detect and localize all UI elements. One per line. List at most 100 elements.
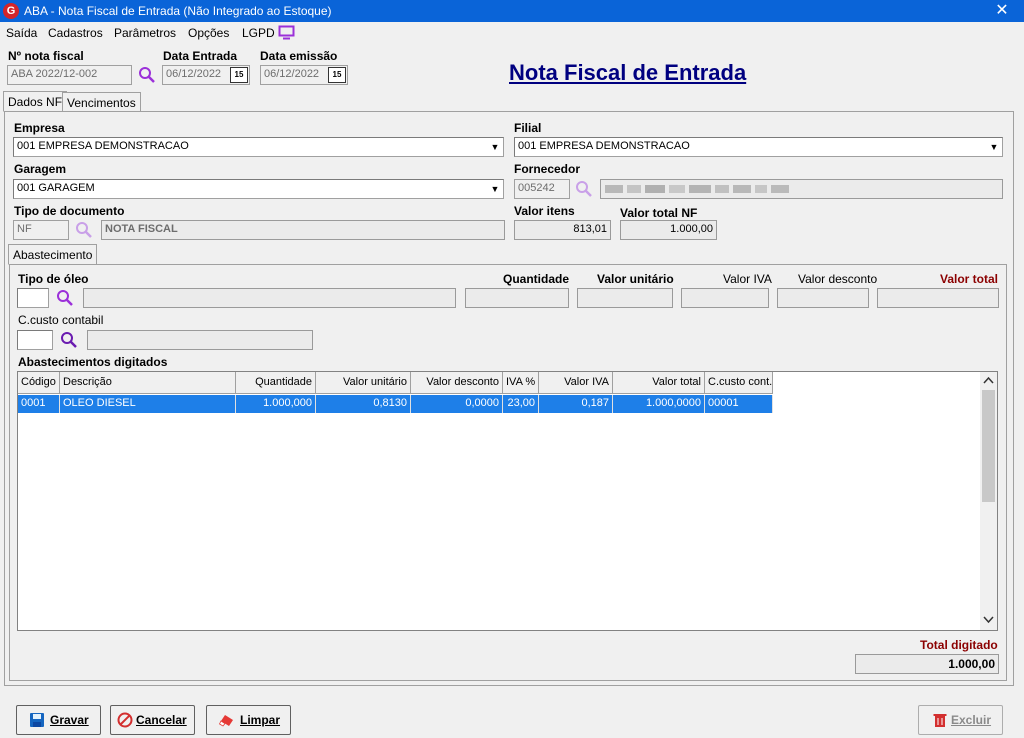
table-row-cell-valor-desconto[interactable]: 0,0000 [411, 395, 503, 413]
tab-vencimentos[interactable]: Vencimentos [62, 92, 141, 112]
garagem-label: Garagem [14, 162, 67, 176]
table-row-cell-codigo[interactable]: 0001 [18, 395, 60, 413]
limpar-button[interactable]: Limpar [206, 705, 291, 735]
menu-opcoes[interactable]: Opções [188, 26, 229, 40]
empresa-select[interactable]: 001 EMPRESA DEMONSTRACAO [13, 137, 504, 157]
ccusto-label: C.custo contabil [18, 313, 104, 327]
col-ccusto[interactable]: C.custo cont. [705, 372, 773, 394]
scrollbar-thumb[interactable] [982, 390, 995, 502]
gravar-label: Gravar [50, 713, 89, 727]
table-row-cell-iva-pct[interactable]: 23,00 [503, 395, 539, 413]
search-ccusto-icon[interactable] [59, 330, 79, 350]
total-digitado-value: 1.000,00 [855, 654, 999, 674]
cancelar-button[interactable]: Cancelar [110, 705, 195, 735]
quantidade-input[interactable] [465, 288, 569, 308]
table-row-cell-quantidade[interactable]: 1.000,000 [236, 395, 316, 413]
valor-desconto-input[interactable] [777, 288, 869, 308]
fornecedor-name-input [600, 179, 1003, 199]
table-row-cell-ccusto[interactable]: 00001 [705, 395, 773, 413]
trash-icon [933, 714, 947, 727]
search-nota-icon[interactable] [137, 65, 157, 85]
tipo-documento-label: Tipo de documento [14, 204, 125, 218]
total-digitado-label: Total digitado [920, 638, 998, 652]
nota-fiscal-label: Nº nota fiscal [8, 49, 84, 63]
valor-unitario-input[interactable] [577, 288, 673, 308]
valor-unitario-label: Valor unitário [597, 272, 674, 286]
valor-total-nf-value: 1.000,00 [620, 220, 717, 240]
search-tipo-doc-icon[interactable] [74, 220, 94, 240]
col-valor-unitario[interactable]: Valor unitário [316, 372, 411, 394]
menu-bar: Saída Cadastros Parâmetros Opções LGPD [0, 22, 1018, 44]
ccusto-code-input[interactable] [17, 330, 53, 350]
tipo-documento-desc: NOTA FISCAL [101, 220, 505, 240]
cancelar-label: Cancelar [136, 713, 187, 727]
col-valor-iva[interactable]: Valor IVA [539, 372, 613, 394]
data-entrada-label: Data Entrada [163, 49, 238, 63]
quantidade-label: Quantidade [503, 272, 570, 286]
col-codigo[interactable]: Código [18, 372, 60, 394]
col-iva-pct[interactable]: IVA % [503, 372, 539, 394]
filial-label: Filial [514, 121, 542, 135]
excluir-button[interactable]: Excluir [918, 705, 1003, 735]
garagem-select[interactable]: 001 GARAGEM [13, 179, 504, 199]
scroll-up-icon[interactable] [983, 376, 994, 384]
filial-select[interactable]: 001 EMPRESA DEMONSTRACAO [514, 137, 1003, 157]
abastecimentos-grid: Código Descrição Quantidade Valor unitár… [17, 371, 998, 631]
menu-parametros[interactable]: Parâmetros [114, 26, 176, 40]
search-tipo-oleo-icon[interactable] [55, 288, 75, 308]
tipo-oleo-code-input[interactable] [17, 288, 49, 308]
col-quantidade[interactable]: Quantidade [236, 372, 316, 394]
search-fornecedor-icon[interactable] [574, 179, 594, 199]
valor-total-nf-label: Valor total NF [620, 206, 698, 220]
monitor-icon[interactable] [278, 25, 296, 40]
valor-itens-value: 813,01 [514, 220, 611, 240]
tab-dados-nf[interactable]: Dados NF [3, 91, 68, 112]
limpar-label: Limpar [240, 713, 281, 727]
valor-total-label: Valor total [940, 272, 999, 286]
cancel-icon [117, 712, 133, 728]
menu-lgpd[interactable]: LGPD [242, 26, 275, 40]
table-row-cell-valor-total[interactable]: 1.000,0000 [613, 395, 705, 413]
empresa-label: Empresa [14, 121, 65, 135]
title-bar: G ABA - Nota Fiscal de Entrada (Não Inte… [0, 0, 1024, 22]
table-row-cell-valor-iva[interactable]: 0,187 [539, 395, 613, 413]
valor-total-input[interactable] [877, 288, 999, 308]
calendar-emissao-icon[interactable]: 15 [328, 67, 346, 83]
tab-abastecimento[interactable]: Abastecimento [8, 244, 98, 265]
chevron-down-icon[interactable]: ▼ [487, 138, 503, 156]
blurred-name [605, 185, 789, 193]
window-title: ABA - Nota Fiscal de Entrada (Não Integr… [24, 4, 332, 18]
vertical-scrollbar[interactable] [980, 372, 997, 630]
data-emissao-label: Data emissão [260, 49, 338, 63]
calendar-entrada-icon[interactable]: 15 [230, 67, 248, 83]
gravar-button[interactable]: Gravar [16, 705, 101, 735]
valor-iva-label: Valor IVA [723, 272, 772, 286]
eraser-icon [219, 715, 233, 727]
abastecimentos-digitados-label: Abastecimentos digitados [18, 355, 168, 369]
valor-iva-input[interactable] [681, 288, 769, 308]
close-icon[interactable]: ✕ [992, 1, 1012, 21]
valor-desconto-label: Valor desconto [798, 272, 878, 286]
table-row-cell-valor-unitario[interactable]: 0,8130 [316, 395, 411, 413]
col-valor-total[interactable]: Valor total [613, 372, 705, 394]
fornecedor-label: Fornecedor [514, 162, 581, 176]
fornecedor-code-input[interactable]: 005242 [514, 179, 570, 199]
nota-fiscal-input[interactable]: ABA 2022/12-002 [7, 65, 132, 85]
tipo-oleo-desc [83, 288, 456, 308]
ccusto-desc [87, 330, 313, 350]
menu-saida[interactable]: Saída [6, 26, 37, 40]
col-valor-desconto[interactable]: Valor desconto [411, 372, 503, 394]
valor-itens-label: Valor itens [514, 204, 575, 218]
scroll-down-icon[interactable] [983, 616, 994, 624]
chevron-down-icon[interactable]: ▼ [986, 138, 1002, 156]
chevron-down-icon[interactable]: ▼ [487, 180, 503, 198]
page-title: Nota Fiscal de Entrada [509, 60, 747, 85]
tipo-oleo-label: Tipo de óleo [18, 272, 89, 286]
excluir-label: Excluir [951, 713, 992, 727]
table-row-cell-descricao[interactable]: OLEO DIESEL [60, 395, 236, 413]
app-logo-icon: G [3, 3, 19, 19]
tipo-documento-code[interactable]: NF [13, 220, 69, 240]
menu-cadastros[interactable]: Cadastros [48, 26, 103, 40]
col-descricao[interactable]: Descrição [60, 372, 236, 394]
save-icon [30, 713, 44, 727]
